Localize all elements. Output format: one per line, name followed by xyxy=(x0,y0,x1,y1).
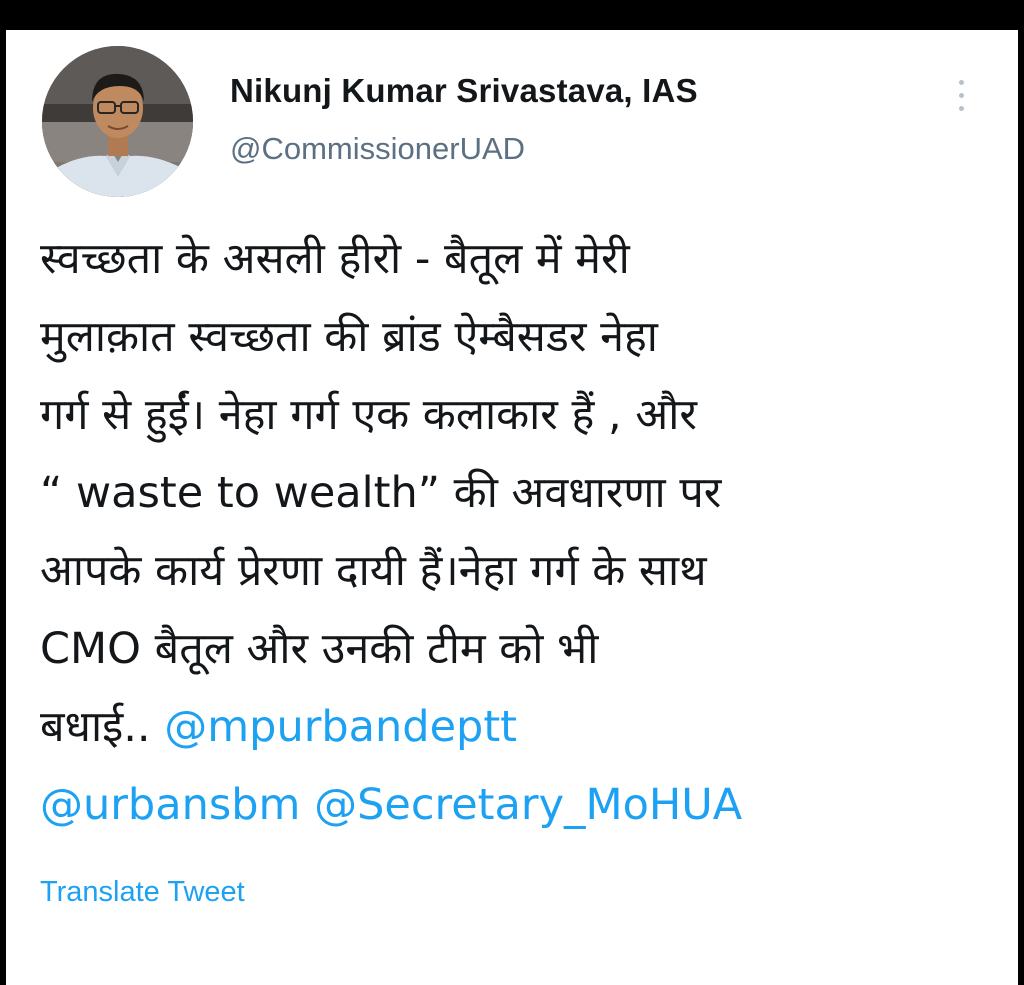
tweet-line: मुलाक़ात स्वच्छता की ब्रांड ऐम्बैसडर नेह… xyxy=(40,312,658,362)
tweet-line: गर्ग से हुईं। नेहा गर्ग एक कलाकार हैं , … xyxy=(40,390,697,440)
tweet-text: स्वच्छता के असली हीरो - बैतूल में मेरी म… xyxy=(40,220,1000,844)
more-dot xyxy=(959,80,964,85)
author-handle[interactable]: @CommissionerUAD xyxy=(230,131,525,167)
more-dot xyxy=(959,93,964,98)
tweet-line: बधाई.. @mpurbandeptt xyxy=(40,688,1000,766)
tweet-line: “ waste to wealth” की अवधारणा पर xyxy=(40,468,722,518)
mention-link[interactable]: @mpurbandeptt xyxy=(164,702,517,752)
author-name[interactable]: Nikunj Kumar Srivastava, IAS xyxy=(230,72,698,110)
avatar-photo-icon xyxy=(42,46,193,197)
tweet-line: CMO बैतूल और उनकी टीम को भी xyxy=(40,624,599,674)
mention-link[interactable]: @urbansbm xyxy=(40,780,300,830)
mention-link[interactable]: @Secretary_MoHUA xyxy=(314,780,742,830)
tweet-line-text: बधाई.. xyxy=(40,702,165,752)
tweet-line: स्वच्छता के असली हीरो - बैतूल में मेरी xyxy=(40,234,630,284)
tweet-card: Nikunj Kumar Srivastava, IAS @Commission… xyxy=(6,30,1018,985)
author-avatar[interactable] xyxy=(42,46,193,197)
translate-tweet-link[interactable]: Translate Tweet xyxy=(40,876,245,909)
more-dot xyxy=(959,106,964,111)
tweet-line: आपके कार्य प्रेरणा दायी हैं।नेहा गर्ग के… xyxy=(40,546,707,596)
more-options-icon[interactable] xyxy=(950,74,972,118)
tweet-line: @urbansbm @Secretary_MoHUA xyxy=(40,766,1000,844)
